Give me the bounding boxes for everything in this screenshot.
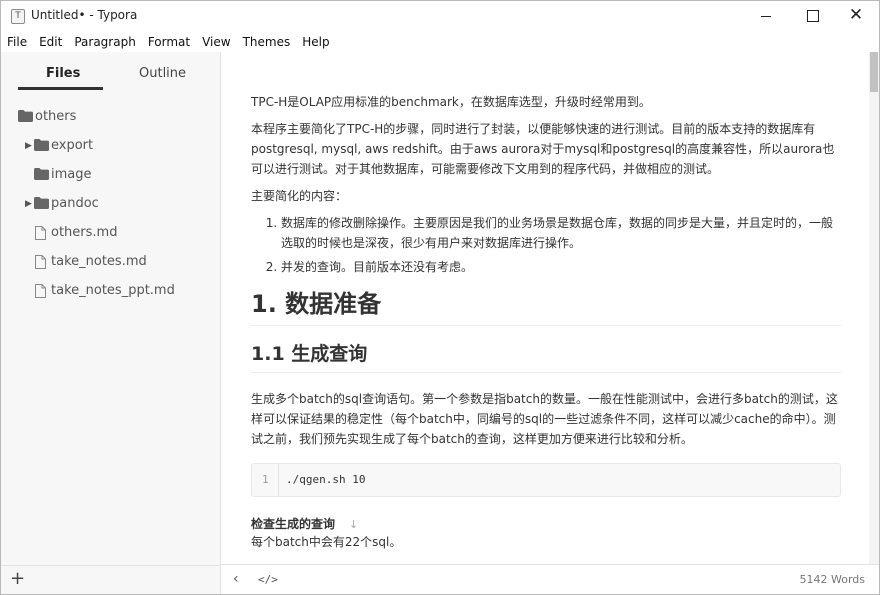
typora-window: T Untitled• - Typora ✕ File Edit Paragra…: [0, 0, 880, 595]
menu-bar: File Edit Paragraph Format View Themes H…: [1, 32, 879, 52]
tree-item-pandoc[interactable]: ▶ pandoc: [1, 194, 220, 216]
tree-item-others-md[interactable]: others.md: [1, 223, 220, 245]
caret-right-icon[interactable]: ▶: [25, 141, 33, 151]
paragraph[interactable]: TPC-H是OLAP应用标准的benchmark，在数据库选型，升级时经常用到。: [251, 92, 841, 112]
status-bar: ‹ </> 5142 Words: [221, 564, 879, 594]
editor-area[interactable]: TPC-H是OLAP应用标准的benchmark，在数据库选型，升级时经常用到。…: [221, 52, 869, 564]
tree-item-label: export: [51, 138, 94, 153]
file-icon: [35, 226, 46, 240]
toggle-sidebar-icon[interactable]: ‹: [233, 571, 239, 587]
maximize-button[interactable]: [789, 1, 835, 31]
menu-view[interactable]: View: [196, 32, 236, 52]
sidebar: Files Outline others ▶ export image ▶ pa…: [1, 52, 221, 594]
menu-edit[interactable]: Edit: [33, 32, 68, 52]
folder-icon: [34, 139, 49, 151]
tree-item-take-notes-ppt-md[interactable]: take_notes_ppt.md: [1, 281, 220, 303]
ordered-list: 数据库的修改删除操作。主要原因是我们的业务场景是数据仓库，数据的同步是大量，并且…: [251, 213, 841, 277]
tree-item-others[interactable]: others: [1, 107, 220, 129]
active-tab-indicator: [18, 87, 103, 90]
sidebar-tabs: Files Outline: [1, 52, 220, 96]
caret-right-icon[interactable]: ▶: [25, 199, 33, 209]
menu-paragraph[interactable]: Paragraph: [68, 32, 141, 52]
heading-1[interactable]: 1. 数据准备: [251, 287, 841, 326]
arrow-down-icon: ↓: [349, 518, 359, 531]
close-button[interactable]: ✕: [833, 1, 879, 31]
menu-format[interactable]: Format: [142, 32, 196, 52]
tab-files[interactable]: Files: [46, 66, 80, 81]
scrollbar-thumb[interactable]: [870, 52, 878, 92]
heading-2[interactable]: 1.1 生成查询: [251, 340, 841, 373]
word-count[interactable]: 5142 Words: [800, 573, 866, 586]
tree-item-take-notes-md[interactable]: take_notes.md: [1, 252, 220, 274]
heading-4[interactable]: 检查生成的查询 ↓: [251, 515, 841, 532]
tree-item-label: take_notes.md: [51, 254, 147, 269]
folder-icon: [18, 110, 33, 122]
title-bar: T Untitled• - Typora ✕: [1, 1, 879, 32]
list-item[interactable]: 数据库的修改删除操作。主要原因是我们的业务场景是数据仓库，数据的同步是大量，并且…: [281, 213, 841, 253]
window-title: Untitled• - Typora: [31, 8, 138, 22]
editor-scrollbar[interactable]: [869, 52, 879, 564]
paragraph[interactable]: 本程序主要简化了TPC-H的步骤，同时进行了封装，以便能够快速的进行测试。目前的…: [251, 119, 841, 179]
paragraph[interactable]: 每个batch中会有22个sql。: [251, 532, 841, 552]
code-gutter: [278, 464, 279, 496]
tree-item-export[interactable]: ▶ export: [1, 136, 220, 158]
typora-app-icon: T: [11, 9, 25, 24]
add-file-button[interactable]: +: [10, 568, 25, 589]
heading-4-text: 检查生成的查询: [251, 517, 336, 531]
menu-help[interactable]: Help: [296, 32, 335, 52]
menu-file[interactable]: File: [1, 32, 33, 52]
paragraph[interactable]: 主要简化的内容：: [251, 186, 841, 206]
file-icon: [35, 284, 46, 298]
folder-icon: [34, 168, 49, 180]
list-item[interactable]: 并发的查询。目前版本还没有考虑。: [281, 257, 841, 277]
tree-item-label: others.md: [51, 225, 118, 240]
code-line[interactable]: ./qgen.sh 10: [286, 473, 365, 486]
tab-outline[interactable]: Outline: [139, 66, 186, 81]
code-block[interactable]: 1 ./qgen.sh 10: [251, 463, 841, 497]
paragraph[interactable]: 生成多个batch的sql查询语句。第一个参数是指batch的数量。一般在性能测…: [251, 389, 841, 449]
tree-item-label: others: [35, 109, 77, 124]
tree-item-label: take_notes_ppt.md: [51, 283, 175, 298]
menu-themes[interactable]: Themes: [237, 32, 297, 52]
file-icon: [35, 255, 46, 269]
tree-item-label: image: [51, 167, 92, 182]
document-content[interactable]: TPC-H是OLAP应用标准的benchmark，在数据库选型，升级时经常用到。…: [251, 92, 841, 559]
folder-icon: [34, 197, 49, 209]
code-line-number: 1: [262, 473, 269, 486]
tree-item-image[interactable]: image: [1, 165, 220, 187]
source-code-mode-icon[interactable]: </>: [258, 573, 278, 586]
sidebar-footer: +: [1, 565, 220, 594]
minimize-button[interactable]: [743, 1, 789, 31]
tree-item-label: pandoc: [51, 196, 99, 211]
